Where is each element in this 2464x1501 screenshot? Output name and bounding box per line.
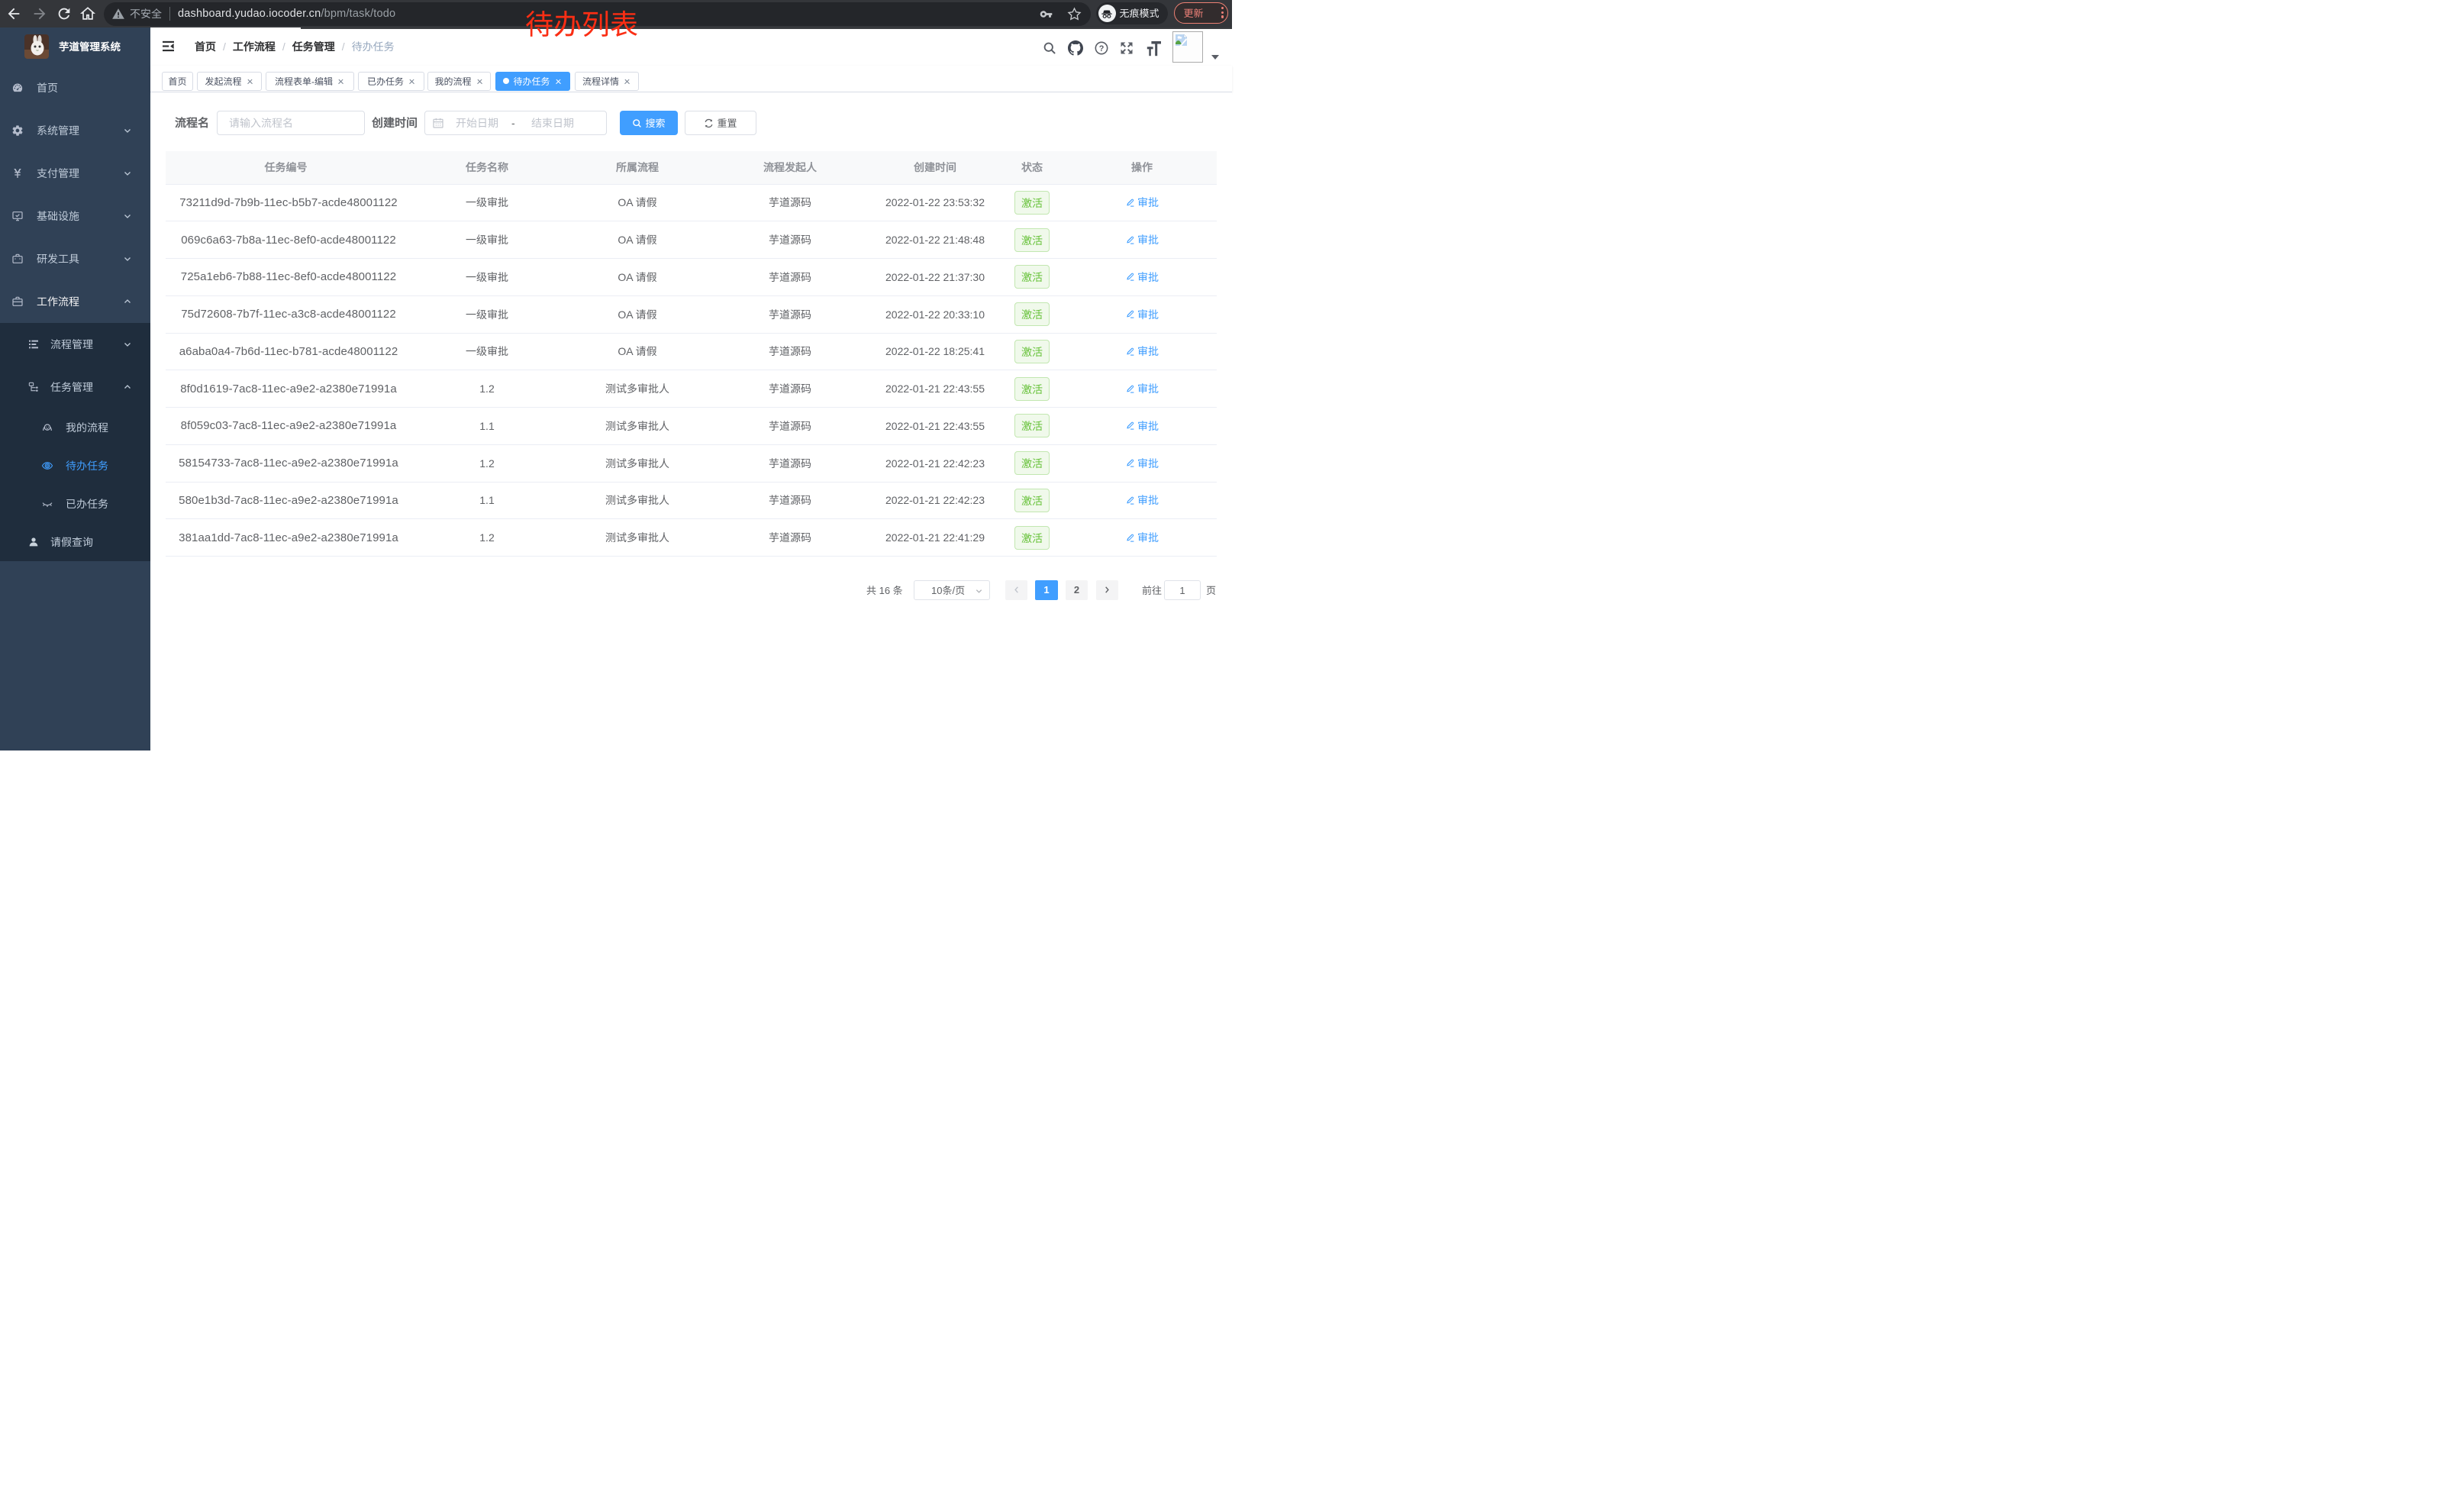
svg-text:?: ? [1099,44,1105,53]
